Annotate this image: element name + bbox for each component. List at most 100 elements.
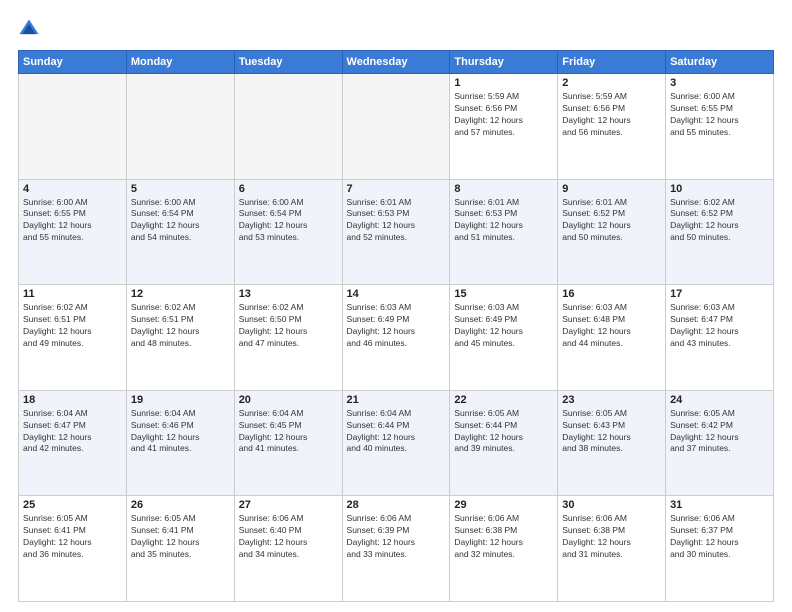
day-number: 16: [562, 288, 661, 300]
day-info: Sunrise: 6:06 AM Sunset: 6:37 PM Dayligh…: [670, 513, 769, 561]
day-info: Sunrise: 6:02 AM Sunset: 6:51 PM Dayligh…: [23, 302, 122, 350]
day-number: 19: [131, 394, 230, 406]
calendar-week-row: 11 Sunrise: 6:02 AM Sunset: 6:51 PM Dayli…: [19, 285, 774, 391]
day-info: Sunrise: 6:02 AM Sunset: 6:50 PM Dayligh…: [239, 302, 338, 350]
day-info: Sunrise: 6:06 AM Sunset: 6:38 PM Dayligh…: [454, 513, 553, 561]
day-number: 7: [347, 183, 446, 195]
day-info: Sunrise: 6:00 AM Sunset: 6:55 PM Dayligh…: [23, 197, 122, 245]
day-info: Sunrise: 6:03 AM Sunset: 6:48 PM Dayligh…: [562, 302, 661, 350]
calendar-day-cell: 13 Sunrise: 6:02 AM Sunset: 6:50 PM Dayli…: [234, 285, 342, 391]
weekday-header-friday: Friday: [558, 51, 666, 74]
day-number: 10: [670, 183, 769, 195]
weekday-header-saturday: Saturday: [666, 51, 774, 74]
calendar-day-cell: 28 Sunrise: 6:06 AM Sunset: 6:39 PM Dayli…: [342, 496, 450, 602]
day-number: 24: [670, 394, 769, 406]
calendar-day-cell: 2Sunrise: 5:59 AM Sunset: 6:56 PM Daylig…: [558, 74, 666, 180]
calendar-day-cell: 4 Sunrise: 6:00 AM Sunset: 6:55 PM Daylig…: [19, 179, 127, 285]
day-number: 23: [562, 394, 661, 406]
day-number: 13: [239, 288, 338, 300]
calendar-day-cell: 1 Sunrise: 5:59 AM Sunset: 6:56 PM Daylig…: [450, 74, 558, 180]
day-info: Sunrise: 6:00 AM Sunset: 6:55 PM Dayligh…: [670, 91, 769, 139]
calendar-day-cell: 30 Sunrise: 6:06 AM Sunset: 6:38 PM Dayli…: [558, 496, 666, 602]
day-info: Sunrise: 6:04 AM Sunset: 6:45 PM Dayligh…: [239, 408, 338, 456]
day-info: Sunrise: 5:59 AM Sunset: 6:56 PM Dayligh…: [454, 91, 553, 139]
calendar-day-cell: [342, 74, 450, 180]
day-info: Sunrise: 6:02 AM Sunset: 6:51 PM Dayligh…: [131, 302, 230, 350]
calendar-day-cell: [126, 74, 234, 180]
calendar-day-cell: 15 Sunrise: 6:03 AM Sunset: 6:49 PM Dayli…: [450, 285, 558, 391]
day-number: 12: [131, 288, 230, 300]
day-number: 31: [670, 499, 769, 511]
weekday-header-wednesday: Wednesday: [342, 51, 450, 74]
calendar-day-cell: 24 Sunrise: 6:05 AM Sunset: 6:42 PM Dayli…: [666, 390, 774, 496]
calendar-week-row: 4 Sunrise: 6:00 AM Sunset: 6:55 PM Daylig…: [19, 179, 774, 285]
calendar-day-cell: 14 Sunrise: 6:03 AM Sunset: 6:49 PM Dayli…: [342, 285, 450, 391]
day-info: Sunrise: 6:05 AM Sunset: 6:42 PM Dayligh…: [670, 408, 769, 456]
day-number: 26: [131, 499, 230, 511]
day-number: 9: [562, 183, 661, 195]
calendar-day-cell: 8 Sunrise: 6:01 AM Sunset: 6:53 PM Daylig…: [450, 179, 558, 285]
day-number: 30: [562, 499, 661, 511]
calendar-day-cell: 21 Sunrise: 6:04 AM Sunset: 6:44 PM Dayli…: [342, 390, 450, 496]
calendar-day-cell: 20 Sunrise: 6:04 AM Sunset: 6:45 PM Dayli…: [234, 390, 342, 496]
calendar-day-cell: 26Sunrise: 6:05 AM Sunset: 6:41 PM Dayli…: [126, 496, 234, 602]
day-info: Sunrise: 6:06 AM Sunset: 6:40 PM Dayligh…: [239, 513, 338, 561]
day-info: Sunrise: 6:02 AM Sunset: 6:52 PM Dayligh…: [670, 197, 769, 245]
calendar-day-cell: 25Sunrise: 6:05 AM Sunset: 6:41 PM Dayli…: [19, 496, 127, 602]
calendar-day-cell: 31 Sunrise: 6:06 AM Sunset: 6:37 PM Dayli…: [666, 496, 774, 602]
day-info: Sunrise: 6:01 AM Sunset: 6:53 PM Dayligh…: [454, 197, 553, 245]
logo-icon: [18, 18, 40, 40]
calendar-day-cell: 27 Sunrise: 6:06 AM Sunset: 6:40 PM Dayli…: [234, 496, 342, 602]
day-number: 21: [347, 394, 446, 406]
day-info: Sunrise: 6:03 AM Sunset: 6:49 PM Dayligh…: [347, 302, 446, 350]
day-info: Sunrise: 6:00 AM Sunset: 6:54 PM Dayligh…: [131, 197, 230, 245]
calendar-day-cell: 17 Sunrise: 6:03 AM Sunset: 6:47 PM Dayli…: [666, 285, 774, 391]
day-number: 15: [454, 288, 553, 300]
calendar-table: SundayMondayTuesdayWednesdayThursdayFrid…: [18, 50, 774, 602]
day-info: Sunrise: 6:06 AM Sunset: 6:38 PM Dayligh…: [562, 513, 661, 561]
day-number: 22: [454, 394, 553, 406]
day-info: Sunrise: 6:06 AM Sunset: 6:39 PM Dayligh…: [347, 513, 446, 561]
calendar-day-cell: 7Sunrise: 6:01 AM Sunset: 6:53 PM Daylig…: [342, 179, 450, 285]
calendar-week-row: 25Sunrise: 6:05 AM Sunset: 6:41 PM Dayli…: [19, 496, 774, 602]
calendar-day-cell: 10 Sunrise: 6:02 AM Sunset: 6:52 PM Dayli…: [666, 179, 774, 285]
weekday-header-sunday: Sunday: [19, 51, 127, 74]
day-number: 27: [239, 499, 338, 511]
calendar-day-cell: 9 Sunrise: 6:01 AM Sunset: 6:52 PM Daylig…: [558, 179, 666, 285]
header: [18, 18, 774, 40]
calendar-day-cell: [19, 74, 127, 180]
calendar-day-cell: 11 Sunrise: 6:02 AM Sunset: 6:51 PM Dayli…: [19, 285, 127, 391]
day-number: 28: [347, 499, 446, 511]
day-number: 20: [239, 394, 338, 406]
calendar-day-cell: 19 Sunrise: 6:04 AM Sunset: 6:46 PM Dayli…: [126, 390, 234, 496]
day-number: 4: [23, 183, 122, 195]
calendar-week-row: 1 Sunrise: 5:59 AM Sunset: 6:56 PM Daylig…: [19, 74, 774, 180]
weekday-header-tuesday: Tuesday: [234, 51, 342, 74]
day-number: 8: [454, 183, 553, 195]
calendar-day-cell: 23 Sunrise: 6:05 AM Sunset: 6:43 PM Dayli…: [558, 390, 666, 496]
calendar-day-cell: 3 Sunrise: 6:00 AM Sunset: 6:55 PM Daylig…: [666, 74, 774, 180]
day-info: Sunrise: 5:59 AM Sunset: 6:56 PM Dayligh…: [562, 91, 661, 139]
day-info: Sunrise: 6:01 AM Sunset: 6:52 PM Dayligh…: [562, 197, 661, 245]
day-info: Sunrise: 6:05 AM Sunset: 6:41 PM Dayligh…: [23, 513, 122, 561]
day-info: Sunrise: 6:04 AM Sunset: 6:47 PM Dayligh…: [23, 408, 122, 456]
day-info: Sunrise: 6:03 AM Sunset: 6:47 PM Dayligh…: [670, 302, 769, 350]
day-info: Sunrise: 6:00 AM Sunset: 6:54 PM Dayligh…: [239, 197, 338, 245]
day-number: 14: [347, 288, 446, 300]
day-number: 17: [670, 288, 769, 300]
day-number: 1: [454, 77, 553, 89]
day-number: 18: [23, 394, 122, 406]
day-number: 5: [131, 183, 230, 195]
day-info: Sunrise: 6:03 AM Sunset: 6:49 PM Dayligh…: [454, 302, 553, 350]
weekday-header-monday: Monday: [126, 51, 234, 74]
calendar-day-cell: 22 Sunrise: 6:05 AM Sunset: 6:44 PM Dayli…: [450, 390, 558, 496]
day-info: Sunrise: 6:05 AM Sunset: 6:43 PM Dayligh…: [562, 408, 661, 456]
day-number: 29: [454, 499, 553, 511]
day-info: Sunrise: 6:04 AM Sunset: 6:44 PM Dayligh…: [347, 408, 446, 456]
day-info: Sunrise: 6:05 AM Sunset: 6:44 PM Dayligh…: [454, 408, 553, 456]
day-info: Sunrise: 6:04 AM Sunset: 6:46 PM Dayligh…: [131, 408, 230, 456]
day-number: 3: [670, 77, 769, 89]
calendar-day-cell: [234, 74, 342, 180]
calendar-week-row: 18 Sunrise: 6:04 AM Sunset: 6:47 PM Dayli…: [19, 390, 774, 496]
day-number: 11: [23, 288, 122, 300]
